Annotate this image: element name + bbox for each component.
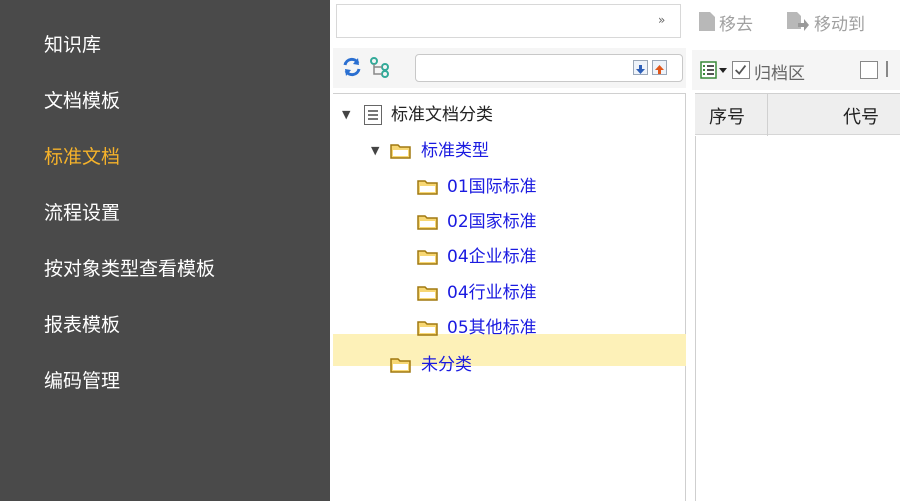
refresh-icon[interactable] (341, 56, 363, 78)
folder-icon (417, 250, 438, 265)
checkmark-icon (735, 65, 747, 75)
sort-up-icon[interactable] (652, 60, 667, 75)
move-to-icon (787, 12, 809, 31)
folder-icon (417, 215, 438, 230)
sidebar-item-report-templates[interactable]: 报表模板 (44, 310, 120, 337)
tree-node-national-standard[interactable]: 02国家标准 (333, 207, 686, 237)
sidebar-item-code-management[interactable]: 编码管理 (44, 366, 120, 393)
tree-node-root[interactable]: ▼ 标准文档分类 (333, 100, 686, 130)
sidebar-item-workflow-settings[interactable]: 流程设置 (44, 198, 120, 225)
table-header: 序号 代号 (695, 93, 900, 136)
archive-checkbox[interactable] (732, 61, 750, 79)
tree-node-other-standard[interactable]: 05其他标准 (333, 313, 686, 343)
tree-node-industry-standard[interactable]: 04行业标准 (333, 278, 686, 308)
tree-node-uncategorized[interactable]: 未分类 (333, 350, 686, 380)
action-toolbar: 移去 移动到 (692, 0, 900, 44)
sort-down-icon[interactable] (633, 60, 648, 75)
folder-icon (390, 358, 411, 373)
move-to-button[interactable]: 移动到 (814, 10, 865, 35)
tree-node-enterprise-standard[interactable]: 04企业标准 (333, 242, 686, 272)
secondary-checkbox[interactable] (860, 61, 878, 79)
tree-node-standard-types[interactable]: ▼ 标准类型 (333, 136, 686, 166)
folder-icon (390, 144, 411, 159)
sidebar-item-templates-by-object-type[interactable]: 按对象类型查看模板 (44, 254, 215, 281)
tree-panel-header: » (336, 4, 681, 38)
column-header-code[interactable]: 代号 (843, 103, 879, 129)
tree-toolbar (333, 48, 686, 88)
document-list-panel: 移去 移动到 归档区 序号 代号 (692, 0, 900, 501)
list-view-icon[interactable] (700, 61, 728, 79)
table-body (695, 136, 900, 501)
folder-icon (417, 321, 438, 336)
archive-label: 归档区 (754, 64, 805, 84)
sidebar-item-knowledge-base[interactable]: 知识库 (44, 30, 101, 57)
sidebar-item-standard-documents[interactable]: 标准文档 (44, 142, 120, 169)
tree-node-international-standard[interactable]: 01国际标准 (333, 172, 686, 202)
chevrons-down-icon[interactable]: » (658, 13, 672, 27)
expand-arrow-icon[interactable]: ▼ (342, 100, 350, 130)
remove-icon (699, 12, 715, 31)
column-divider[interactable] (767, 94, 768, 136)
sidebar: 知识库 文档模板 标准文档 流程设置 按对象类型查看模板 报表模板 编码管理 (0, 0, 330, 501)
folder-icon (417, 286, 438, 301)
tree-structure-icon[interactable] (369, 56, 391, 78)
view-toolbar: 归档区 (692, 50, 900, 90)
category-tree: ▼ 标准文档分类 ▼ 标准类型 01国际标准 02国家标准 04企业标准 04行… (333, 93, 686, 501)
truncated-label (886, 61, 888, 77)
tree-panel: » ▼ 标准文档分类 ▼ 标准类型 01国际标准 02国家标准 04企业标准 0… (333, 0, 686, 501)
expand-arrow-icon[interactable]: ▼ (371, 136, 379, 166)
remove-button[interactable]: 移去 (719, 10, 753, 35)
column-header-index[interactable]: 序号 (709, 103, 745, 129)
document-icon (364, 105, 382, 125)
folder-icon (417, 180, 438, 195)
sidebar-item-document-templates[interactable]: 文档模板 (44, 86, 120, 113)
